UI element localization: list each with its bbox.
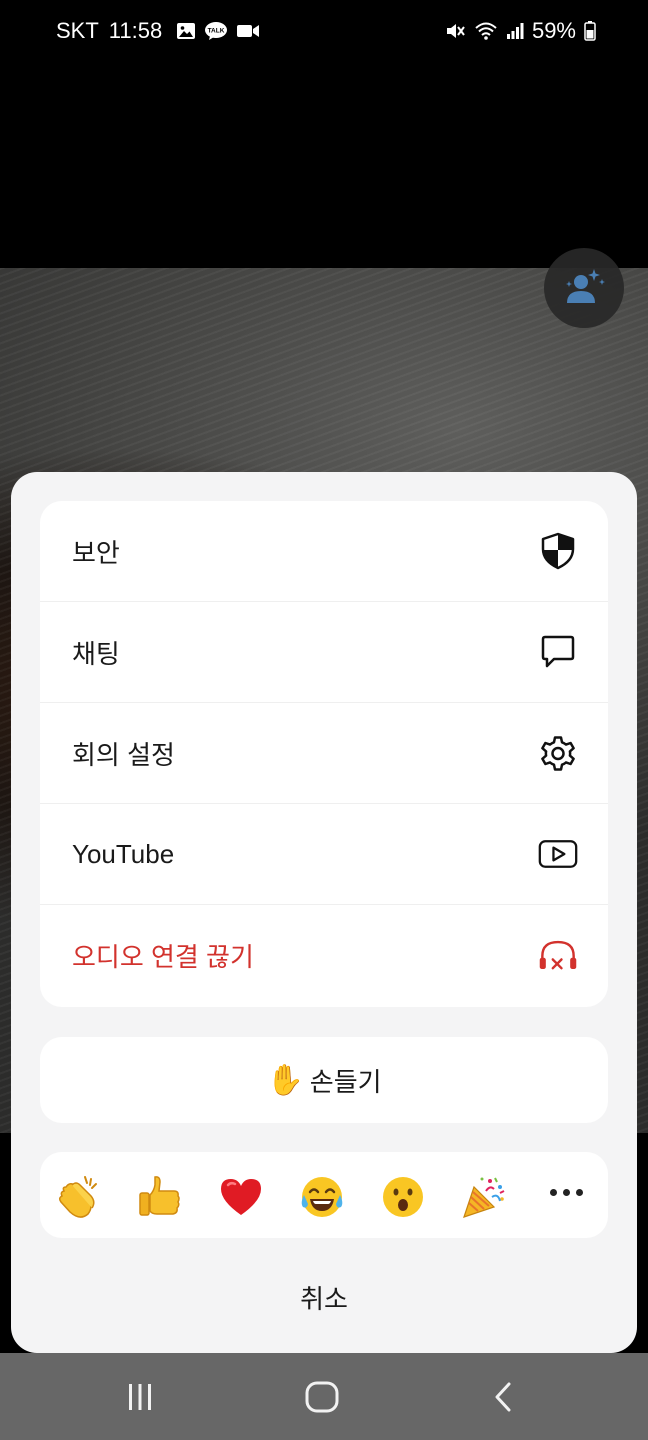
chat-bubble-icon [541, 635, 575, 668]
home-icon [305, 1381, 339, 1413]
menu-card: 보안 채팅 회의 설정 YouTube 오디오 연결 끊기 [40, 501, 608, 1007]
more-options-sheet: 보안 채팅 회의 설정 YouTube 오디오 연결 끊기 ✋ 손들기 취소 [11, 472, 637, 1353]
raise-hand-button[interactable]: ✋ 손들기 [40, 1037, 608, 1123]
menu-item-security[interactable]: 보안 [40, 501, 608, 602]
system-nav-bar [0, 1353, 648, 1440]
mute-icon [446, 24, 465, 38]
menu-item-chat[interactable]: 채팅 [40, 602, 608, 703]
battery-icon [584, 21, 596, 41]
reaction-heart-button[interactable] [217, 1173, 265, 1221]
tears-of-joy-icon [301, 1177, 343, 1217]
status-bar: SKT 11:58 TALK 59% [0, 0, 648, 64]
person-sparkle-icon [566, 269, 605, 303]
raise-hand-label: 손들기 [309, 1066, 382, 1097]
clock: 11:58 [108, 18, 163, 43]
menu-item-disconnect-audio[interactable]: 오디오 연결 끊기 [40, 905, 608, 1006]
menu-item-label: 보안 [72, 537, 120, 568]
shield-icon [541, 532, 575, 570]
home-button[interactable] [300, 1375, 344, 1419]
red-heart-icon [221, 1179, 261, 1215]
menu-item-label: 회의 설정 [72, 739, 175, 770]
video-camera-icon [237, 25, 260, 37]
reaction-bar [40, 1152, 608, 1238]
raised-hand-icon: ✋ [266, 1063, 304, 1097]
party-popper-icon [463, 1177, 505, 1218]
back-chevron-icon [495, 1382, 511, 1412]
reaction-tears-of-joy-button[interactable] [298, 1173, 346, 1221]
back-button[interactable] [482, 1375, 526, 1419]
thumbs-up-icon [139, 1176, 180, 1216]
reaction-thumbs-up-button[interactable] [135, 1173, 183, 1221]
headphones-disconnect-icon [539, 940, 577, 969]
menu-item-label: 채팅 [72, 638, 120, 669]
menu-item-youtube[interactable]: YouTube [40, 804, 608, 905]
youtube-play-icon [538, 840, 578, 868]
kakaotalk-icon: TALK [205, 22, 228, 40]
recent-apps-icon [129, 1384, 151, 1410]
signal-icon [506, 23, 524, 39]
reaction-clapping-hands-button[interactable] [54, 1173, 102, 1221]
menu-item-label: 오디오 연결 끊기 [72, 942, 254, 972]
gear-icon [541, 736, 575, 771]
carrier-label: SKT [56, 18, 99, 43]
image-icon [177, 23, 196, 39]
more-horizontal-icon-dot [563, 1189, 570, 1196]
reaction-party-popper-button[interactable] [460, 1173, 508, 1221]
reaction-surprised-button[interactable] [379, 1173, 427, 1221]
more-reactions-button[interactable] [550, 1189, 583, 1196]
cancel-button[interactable]: 취소 [224, 1262, 424, 1332]
battery-percent: 59% [531, 18, 576, 43]
menu-item-meeting-settings[interactable]: 회의 설정 [40, 703, 608, 804]
menu-item-label: YouTube [72, 838, 175, 869]
svg-text:TALK: TALK [208, 28, 225, 35]
surprised-face-icon [383, 1177, 423, 1217]
more-horizontal-icon [550, 1189, 557, 1196]
clapping-hands-icon [58, 1176, 97, 1218]
wifi-icon [475, 22, 497, 40]
recent-apps-button[interactable] [118, 1375, 162, 1419]
participant-sparkle-button[interactable] [544, 248, 624, 328]
more-horizontal-icon-dot [576, 1189, 583, 1196]
